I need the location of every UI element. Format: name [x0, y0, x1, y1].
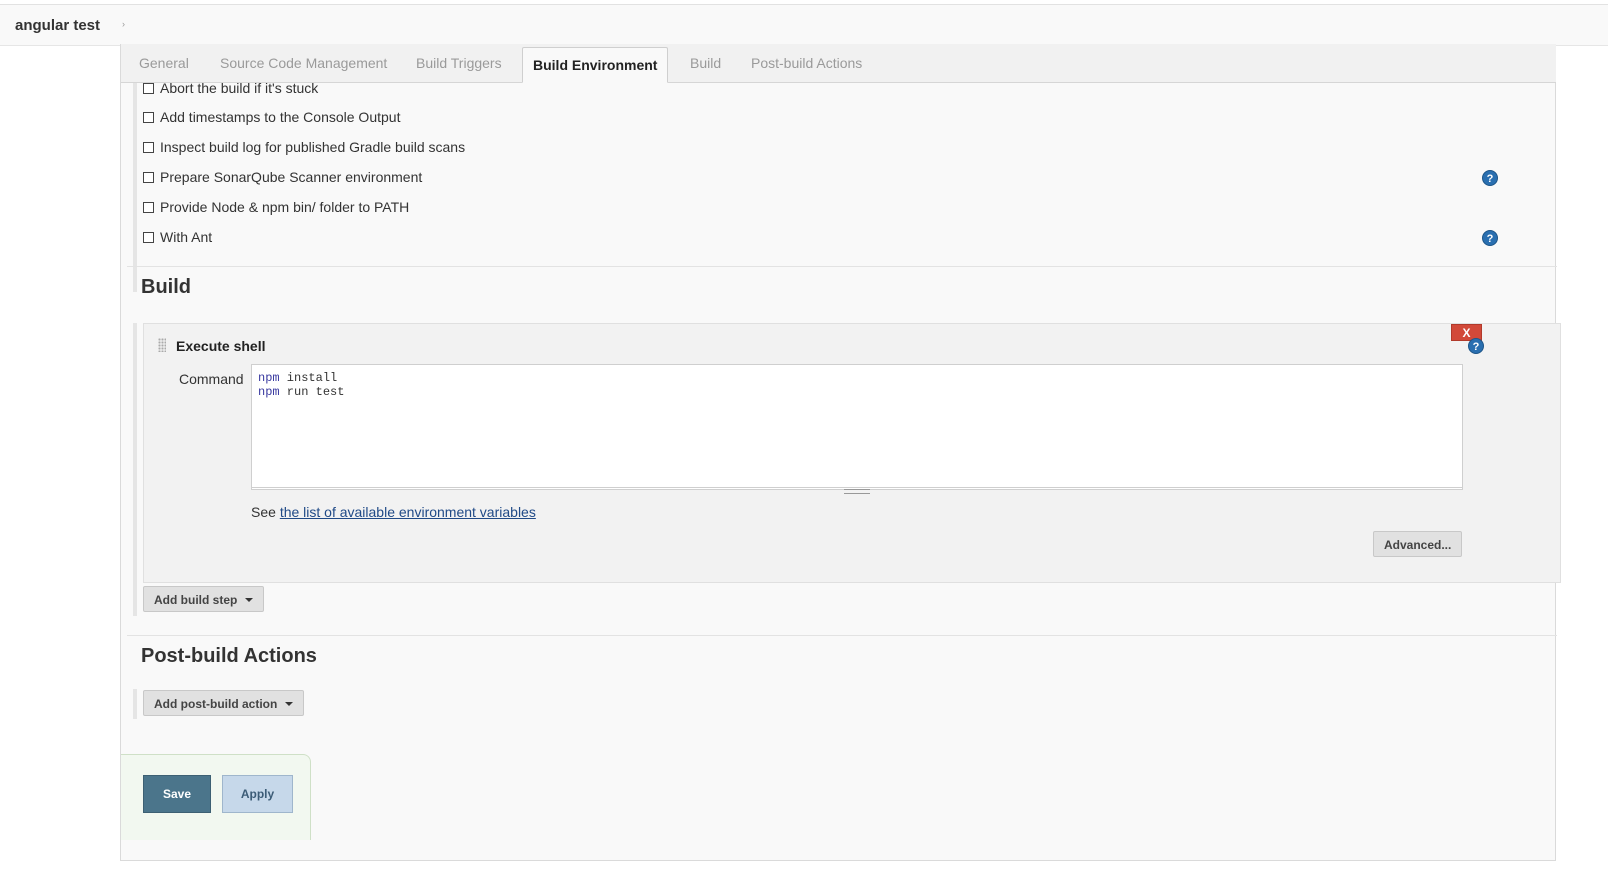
config-tabs: General Source Code Management Build Tri… [121, 44, 1556, 83]
option-timestamps[interactable]: Add timestamps to the Console Output [143, 108, 400, 126]
tab-general[interactable]: General [139, 55, 189, 71]
section-bar [133, 689, 137, 719]
build-section-title: Build [141, 276, 191, 298]
tab-build-environment[interactable]: Build Environment [522, 47, 669, 83]
option-abort-stuck[interactable]: Abort the build if it's stuck [143, 79, 318, 97]
step-title: Execute shell [176, 338, 266, 354]
env-vars-note: See the list of available environment va… [251, 504, 536, 520]
post-build-section-title: Post-build Actions [141, 645, 317, 667]
execute-shell-step: Execute shell X Command npm install npm … [143, 323, 1561, 583]
form-actions: Save Apply [121, 754, 311, 840]
tab-post-build-actions[interactable]: Post-build Actions [751, 55, 862, 71]
section-divider [127, 266, 1557, 267]
option-label: Abort the build if it's stuck [160, 80, 319, 96]
section-divider [127, 635, 1557, 636]
caret-down-icon [285, 702, 294, 706]
option-label: Provide Node & npm bin/ folder to PATH [160, 199, 410, 215]
apply-button[interactable]: Apply [222, 775, 293, 813]
save-button[interactable]: Save [143, 775, 211, 813]
caret-down-icon [245, 598, 254, 602]
advanced-button[interactable]: Advanced... [1373, 531, 1463, 557]
option-label: With Ant [160, 229, 213, 245]
code-line: npm run test [258, 385, 345, 399]
command-label: Command [179, 371, 244, 387]
checkbox[interactable] [143, 232, 154, 243]
section-bar [133, 83, 137, 292]
drag-handle-icon[interactable] [158, 338, 166, 352]
env-vars-link[interactable]: the list of available environment variab… [280, 504, 536, 520]
add-build-step-button[interactable]: Add build step [143, 586, 265, 612]
section-bar [133, 323, 137, 616]
option-label: Add timestamps to the Console Output [160, 109, 401, 125]
option-sonarqube[interactable]: Prepare SonarQube Scanner environment [143, 168, 422, 186]
tab-source-code-management[interactable]: Source Code Management [220, 55, 387, 71]
checkbox[interactable] [143, 172, 154, 183]
code-line: npm install [258, 371, 338, 385]
checkbox[interactable] [143, 142, 154, 153]
breadcrumb-project[interactable]: angular test [15, 17, 100, 34]
checkbox[interactable] [143, 83, 154, 94]
help-icon[interactable]: ? [1482, 230, 1498, 246]
help-icon[interactable]: ? [1468, 338, 1484, 354]
option-with-ant[interactable]: With Ant [143, 228, 212, 246]
option-label: Inspect build log for published Gradle b… [160, 139, 466, 155]
checkbox[interactable] [143, 112, 154, 123]
config-panel: General Source Code Management Build Tri… [120, 44, 1561, 861]
option-node-npm[interactable]: Provide Node & npm bin/ folder to PATH [143, 198, 409, 216]
breadcrumb-bar: angular test › [0, 4, 1608, 46]
option-label: Prepare SonarQube Scanner environment [160, 169, 423, 185]
tab-build[interactable]: Build [690, 55, 721, 71]
option-gradle-scans[interactable]: Inspect build log for published Gradle b… [143, 138, 465, 156]
textarea-resize-handle[interactable] [251, 487, 1463, 494]
add-post-build-action-button[interactable]: Add post-build action [143, 690, 305, 716]
tab-build-triggers[interactable]: Build Triggers [416, 55, 502, 71]
command-textarea[interactable]: npm install npm run test [251, 364, 1463, 490]
checkbox[interactable] [143, 202, 154, 213]
breadcrumb-arrow-icon[interactable]: › [122, 19, 125, 29]
help-icon[interactable]: ? [1482, 170, 1498, 186]
